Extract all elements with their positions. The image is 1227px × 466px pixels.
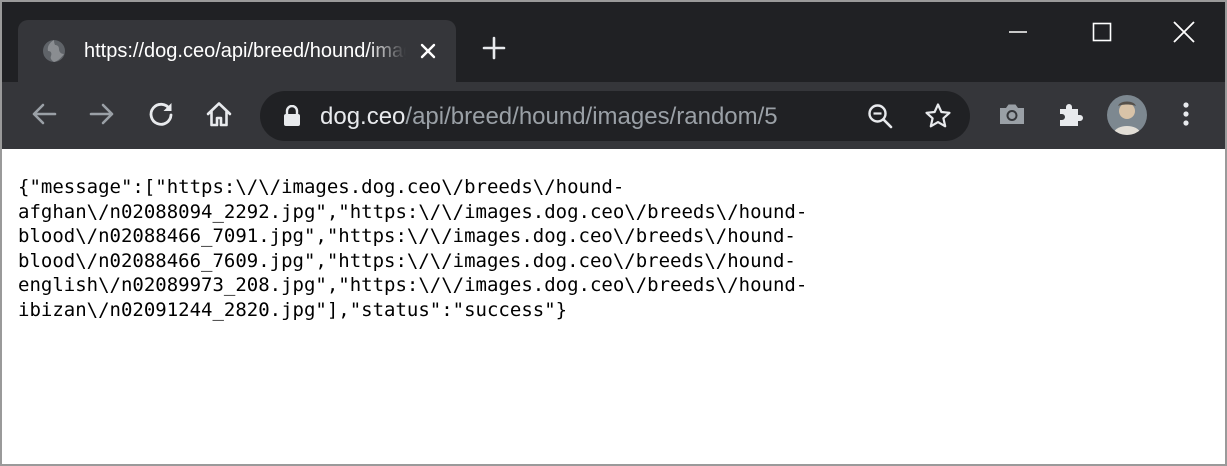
camera-extension-button[interactable] (992, 96, 1032, 136)
json-line: ibizan\/n02091244_2820.jpg"],"status":"s… (18, 298, 568, 321)
json-line: english\/n02089973_208.jpg","https:\/\/i… (18, 274, 808, 297)
page-content: {"message":["https:\/\/images.dog.ceo\/b… (2, 149, 1225, 464)
address-bar[interactable]: dog.ceo/api/breed/hound/images/random/5 (260, 91, 970, 141)
active-tab[interactable]: https://dog.ceo/api/breed/hound/images/r… (18, 20, 456, 82)
star-icon[interactable] (922, 100, 954, 132)
reload-icon (147, 100, 175, 133)
url-host: dog.ceo (320, 103, 406, 130)
maximize-icon (1092, 22, 1112, 47)
json-line: blood\/n02088466_7091.jpg","https:\/\/im… (18, 225, 796, 248)
new-tab-button[interactable] (478, 34, 510, 66)
kebab-menu-icon (1181, 100, 1191, 133)
url-path: /api/breed/hound/images/random/5 (405, 103, 778, 130)
home-icon (205, 100, 233, 133)
back-arrow-icon (30, 100, 58, 133)
globe-icon (42, 39, 66, 63)
reload-button[interactable] (141, 96, 181, 136)
json-response: {"message":["https:\/\/images.dog.ceo\/b… (18, 175, 848, 323)
json-line: {"message":["https:\/\/images.dog.ceo\/b… (18, 176, 625, 198)
tab-strip: https://dog.ceo/api/breed/hound/images/r… (2, 2, 1225, 82)
maximize-button[interactable] (1082, 16, 1122, 52)
back-button[interactable] (24, 96, 64, 136)
puzzle-icon (1056, 100, 1084, 133)
lock-icon[interactable] (280, 104, 304, 128)
url-text[interactable]: dog.ceo/api/breed/hound/images/random/5 (320, 102, 830, 132)
close-window-button[interactable] (1164, 16, 1204, 52)
camera-icon (997, 100, 1027, 133)
forward-button[interactable] (82, 96, 122, 136)
browser-menu-button[interactable] (1166, 96, 1206, 136)
browser-toolbar: dog.ceo/api/breed/hound/images/random/5 (2, 82, 1225, 149)
home-button[interactable] (199, 96, 239, 136)
json-line: afghan\/n02088094_2292.jpg","https:\/\/i… (18, 200, 808, 223)
minimize-button[interactable] (998, 16, 1038, 52)
json-line: blood\/n02088466_7609.jpg","https:\/\/im… (18, 249, 796, 272)
zoom-icon[interactable] (864, 100, 896, 132)
profile-avatar[interactable] (1107, 95, 1147, 135)
minimize-icon (1008, 22, 1028, 47)
plus-icon (481, 35, 507, 66)
tab-title: https://dog.ceo/api/breed/hound/images/r… (84, 40, 406, 62)
extensions-button[interactable] (1050, 96, 1090, 136)
tab-close-icon[interactable] (416, 39, 440, 63)
forward-arrow-icon (88, 100, 116, 133)
close-icon (1173, 20, 1195, 48)
browser-window: https://dog.ceo/api/breed/hound/images/r… (0, 0, 1227, 466)
